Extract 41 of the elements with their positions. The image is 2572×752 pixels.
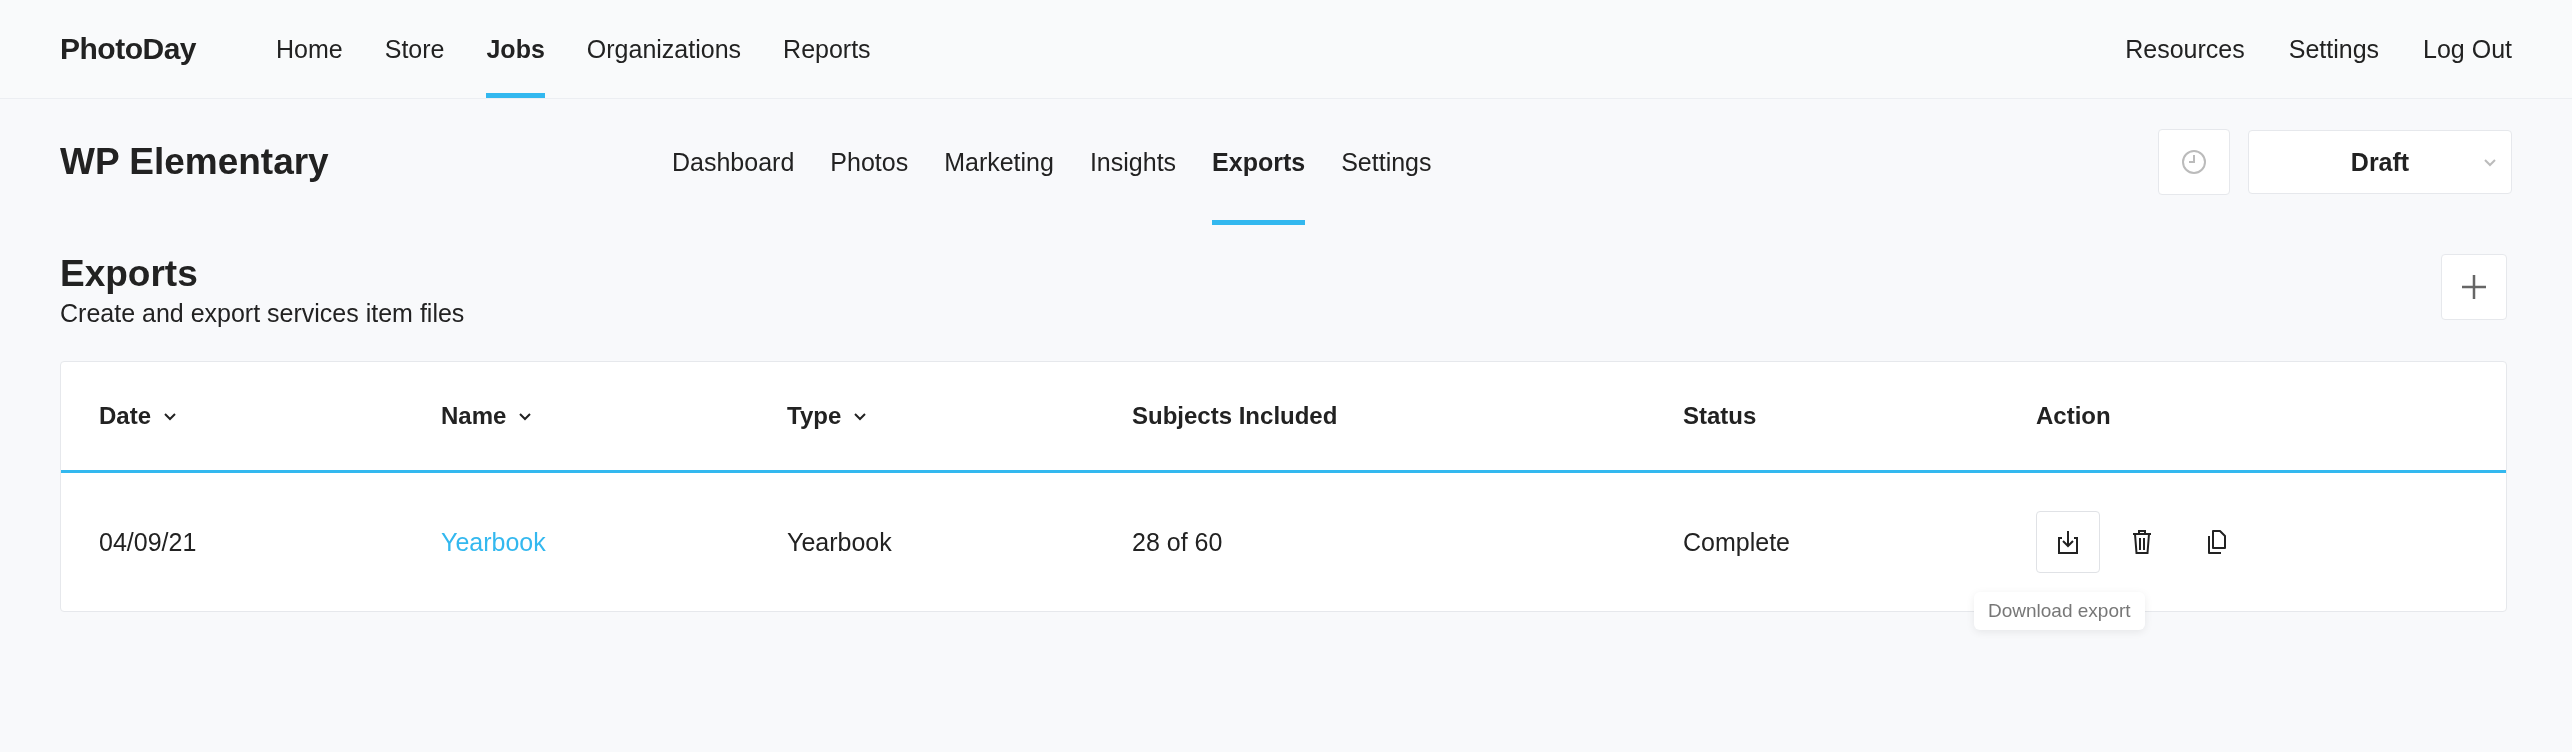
table-cell: Complete: [1683, 527, 1790, 557]
trash-icon: [2131, 529, 2153, 555]
job-tab[interactable]: Insights: [1089, 99, 1177, 225]
caret-icon: [163, 411, 178, 421]
tooltip: Download export: [1974, 592, 2145, 630]
download-icon: [2056, 529, 2080, 555]
table-cell: 28 of 60: [1132, 527, 1223, 557]
caret-icon: [2483, 158, 2497, 167]
nav-link[interactable]: Home: [276, 0, 343, 98]
page-title: Exports: [60, 253, 199, 295]
table-cell: 04/09/21: [99, 527, 197, 557]
nav-link[interactable]: Reports: [783, 0, 871, 98]
status-dropdown[interactable]: Draft: [2248, 130, 2512, 194]
page-subtitle: Create and export services item files: [60, 299, 465, 328]
header-link[interactable]: Settings: [2288, 34, 2380, 64]
nav-link[interactable]: Jobs: [486, 0, 545, 98]
header-link[interactable]: Log Out: [2423, 34, 2512, 64]
job-tab[interactable]: Photos: [830, 99, 909, 225]
column-header[interactable]: Name: [441, 402, 533, 430]
caret-icon: [853, 411, 868, 421]
add-button[interactable]: [2441, 254, 2507, 320]
copy-icon: [2205, 529, 2227, 555]
plus-icon: [2460, 273, 2488, 301]
nav-link[interactable]: Organizations: [586, 0, 742, 98]
job-tab[interactable]: Exports: [1212, 99, 1306, 225]
clock-icon: [2181, 149, 2207, 175]
job-tab[interactable]: Settings: [1341, 99, 1432, 225]
job-title: WP Elementary: [60, 141, 330, 183]
header-link[interactable]: Resources: [2125, 34, 2245, 64]
table-cell: Yearbook: [787, 527, 892, 557]
column-header: Status: [1683, 402, 1757, 430]
job-tab[interactable]: Dashboard: [672, 99, 795, 225]
caret-icon: [518, 411, 533, 421]
photoday-logo[interactable]: PhotoDay: [60, 32, 196, 66]
column-header: Action: [2036, 402, 2111, 430]
nav-link[interactable]: Store: [384, 0, 445, 98]
download-button[interactable]: [2036, 511, 2100, 573]
job-tab[interactable]: Marketing: [944, 99, 1054, 225]
column-header: Subjects Included: [1132, 402, 1338, 430]
column-header[interactable]: Date: [99, 402, 178, 430]
column-header[interactable]: Type: [787, 402, 868, 430]
